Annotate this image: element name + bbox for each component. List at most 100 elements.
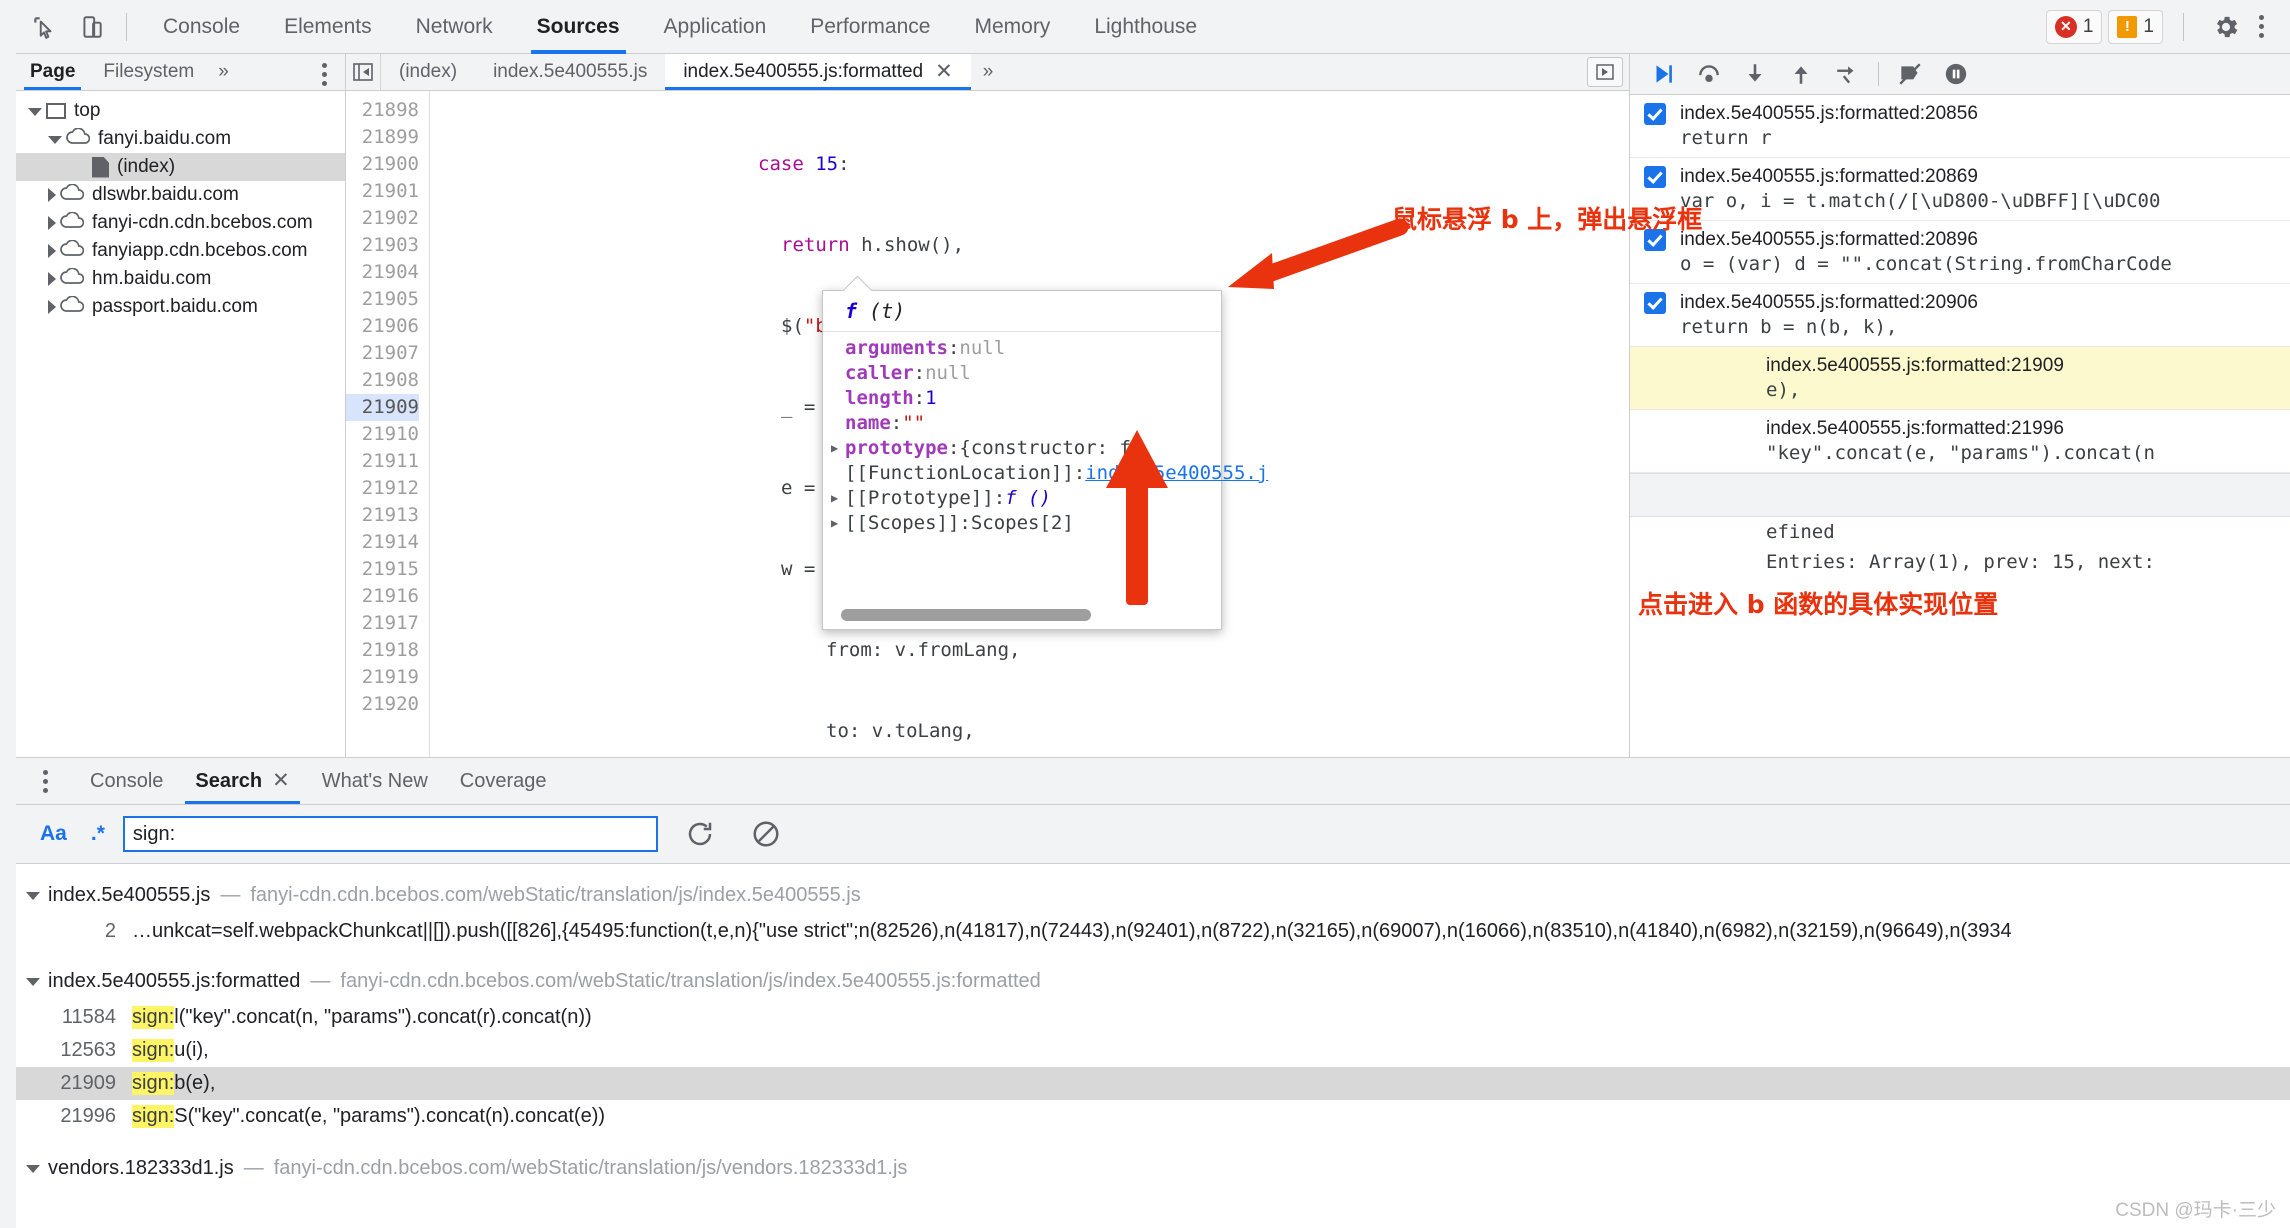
breakpoint-item[interactable]: index.5e400555.js:formatted:20896 o = (v… xyxy=(1630,221,2290,284)
toolbar-divider-2 xyxy=(2183,12,2184,41)
drawer-tab-coverage[interactable]: Coverage xyxy=(444,758,563,804)
result-line-number: 2 xyxy=(104,920,116,942)
result-group-header[interactable]: vendors.182333d1.js — fanyi-cdn.cdn.bceb… xyxy=(16,1149,2290,1188)
editor-tab-js-formatted[interactable]: index.5e400555.js:formatted ✕ xyxy=(665,54,972,90)
tab-console[interactable]: Console xyxy=(141,0,262,54)
result-match-row[interactable]: 21996 sign: S("key".concat(e, "params").… xyxy=(16,1100,2290,1133)
breakpoint-item[interactable]: index.5e400555.js:formatted:20906 return… xyxy=(1630,284,2290,347)
tab-lighthouse[interactable]: Lighthouse xyxy=(1072,0,1219,54)
error-count-button[interactable]: ✕ 1 xyxy=(2045,9,2103,44)
match-case-toggle[interactable]: Aa xyxy=(28,822,79,846)
kebab-icon[interactable] xyxy=(2246,10,2276,44)
tab-sources[interactable]: Sources xyxy=(515,0,642,54)
chevron-down-icon[interactable] xyxy=(26,977,40,986)
property-name: arguments xyxy=(845,337,948,359)
step-out-icon[interactable] xyxy=(1778,54,1824,94)
chevron-down-icon[interactable] xyxy=(28,108,42,116)
expand-arrow-icon[interactable]: ▶ xyxy=(831,511,845,536)
warning-count-button[interactable]: ! 1 xyxy=(2108,9,2163,44)
tree-node-hm-baidu[interactable]: hm.baidu.com xyxy=(16,265,345,293)
result-file-url: fanyi-cdn.cdn.bcebos.com/webStatic/trans… xyxy=(273,1157,908,1179)
navigator-kebab-icon[interactable] xyxy=(309,57,339,91)
chevron-down-icon[interactable] xyxy=(26,891,40,900)
editor-tab-index[interactable]: (index) xyxy=(381,54,475,90)
tree-node-passport[interactable]: passport.baidu.com xyxy=(16,293,345,321)
popup-horizontal-scrollbar[interactable] xyxy=(841,609,1091,621)
editor-tab-strip: (index) index.5e400555.js index.5e400555… xyxy=(346,54,1629,91)
popup-row[interactable]: length: 1 xyxy=(831,386,1221,411)
result-match-row[interactable]: 2 …unkcat=self.webpackChunkcat||[]).push… xyxy=(16,915,2290,948)
tree-node-index[interactable]: (index) xyxy=(16,153,345,181)
tab-network[interactable]: Network xyxy=(394,0,515,54)
tab-page[interactable]: Page xyxy=(16,54,89,90)
popup-row[interactable]: caller: null xyxy=(831,361,1221,386)
tree-node-fanyi-baidu[interactable]: fanyi.baidu.com xyxy=(16,125,345,153)
drawer-tab-search[interactable]: Search ✕ xyxy=(179,758,305,804)
step-into-icon[interactable] xyxy=(1732,54,1778,94)
result-match-row[interactable]: 12563 sign: u(i), xyxy=(16,1034,2290,1067)
result-file-name: vendors.182333d1.js xyxy=(48,1157,234,1179)
device-toggle-icon[interactable] xyxy=(72,7,112,47)
breakpoint-item-active[interactable]: index.5e400555.js:formatted:21909 e), xyxy=(1630,347,2290,410)
pause-on-exceptions-icon[interactable] xyxy=(1933,54,1979,94)
navigator-overflow-icon[interactable]: » xyxy=(208,54,239,90)
clear-icon[interactable] xyxy=(742,812,790,856)
tree-node-fanyiapp[interactable]: fanyiapp.cdn.bcebos.com xyxy=(16,237,345,265)
inspect-icon[interactable] xyxy=(24,7,64,47)
tab-elements[interactable]: Elements xyxy=(262,0,394,54)
chevron-down-icon[interactable] xyxy=(26,1164,40,1173)
deactivate-breakpoints-icon[interactable] xyxy=(1887,54,1933,94)
cloud-icon xyxy=(60,239,85,263)
breakpoint-checkbox[interactable] xyxy=(1644,166,1666,188)
tree-node-fanyi-cdn[interactable]: fanyi-cdn.cdn.bcebos.com xyxy=(16,209,345,237)
expand-arrow-icon[interactable]: ▶ xyxy=(831,486,845,511)
tab-application[interactable]: Application xyxy=(642,0,789,54)
navigator-toggle-icon[interactable] xyxy=(346,54,381,90)
refresh-icon[interactable] xyxy=(676,812,724,856)
tree-node-label: (index) xyxy=(117,156,176,177)
step-over-icon[interactable] xyxy=(1686,54,1732,94)
chevron-right-icon[interactable] xyxy=(48,272,56,286)
tree-node-top[interactable]: top xyxy=(16,97,345,125)
tree-node-dlswbr[interactable]: dlswbr.baidu.com xyxy=(16,181,345,209)
close-icon[interactable]: ✕ xyxy=(272,758,290,804)
breakpoint-item[interactable]: index.5e400555.js:formatted:20856 return… xyxy=(1630,95,2290,158)
result-group-header[interactable]: index.5e400555.js:formatted — fanyi-cdn.… xyxy=(16,962,2290,1001)
expand-arrow-icon[interactable]: ▶ xyxy=(831,436,845,461)
breakpoint-item[interactable]: index.5e400555.js:formatted:20869 var o,… xyxy=(1630,158,2290,221)
result-match-row-selected[interactable]: 21909 sign: b(e), xyxy=(16,1067,2290,1100)
chevron-right-icon[interactable] xyxy=(48,216,56,230)
resume-icon[interactable] xyxy=(1640,54,1686,94)
popup-fn-glyph: f xyxy=(845,299,858,323)
drawer-tab-console[interactable]: Console xyxy=(74,758,179,804)
breakpoint-checkbox[interactable] xyxy=(1644,103,1666,125)
line-number: 21918 xyxy=(361,639,419,661)
chevron-right-icon[interactable] xyxy=(48,300,56,314)
result-match-row[interactable]: 11584 sign: l("key".concat(n, "params").… xyxy=(16,1001,2290,1034)
drawer-kebab-icon[interactable] xyxy=(30,764,60,798)
chevron-right-icon[interactable] xyxy=(48,244,56,258)
result-line-number: 11584 xyxy=(61,1006,116,1028)
breakpoint-item[interactable]: index.5e400555.js:formatted:21996 "key".… xyxy=(1630,410,2290,473)
search-input[interactable] xyxy=(122,816,658,852)
drawer-tab-strip: Console Search ✕ What's New Coverage xyxy=(16,758,2290,805)
drawer-tab-whats-new[interactable]: What's New xyxy=(306,758,444,804)
gear-icon[interactable] xyxy=(2206,7,2246,47)
regex-toggle[interactable]: .* xyxy=(79,822,117,846)
tab-filesystem[interactable]: Filesystem xyxy=(89,54,208,90)
step-icon[interactable] xyxy=(1824,54,1870,94)
execution-context-button[interactable] xyxy=(1587,57,1623,87)
line-number: 21906 xyxy=(361,315,419,337)
close-icon[interactable]: ✕ xyxy=(935,54,953,90)
chevron-down-icon[interactable] xyxy=(48,136,62,144)
tab-performance[interactable]: Performance xyxy=(788,0,952,54)
result-group-header[interactable]: index.5e400555.js — fanyi-cdn.cdn.bcebos… xyxy=(16,876,2290,915)
popup-row[interactable]: arguments: null xyxy=(831,336,1221,361)
editor-tab-label: (index) xyxy=(399,61,458,82)
tab-memory[interactable]: Memory xyxy=(952,0,1072,54)
chevron-right-icon[interactable] xyxy=(48,188,56,202)
editor-tab-js[interactable]: index.5e400555.js xyxy=(475,54,665,90)
editor-tab-overflow-icon[interactable]: » xyxy=(971,54,1006,90)
scope-section-header[interactable] xyxy=(1630,473,2290,517)
breakpoint-checkbox[interactable] xyxy=(1644,292,1666,314)
